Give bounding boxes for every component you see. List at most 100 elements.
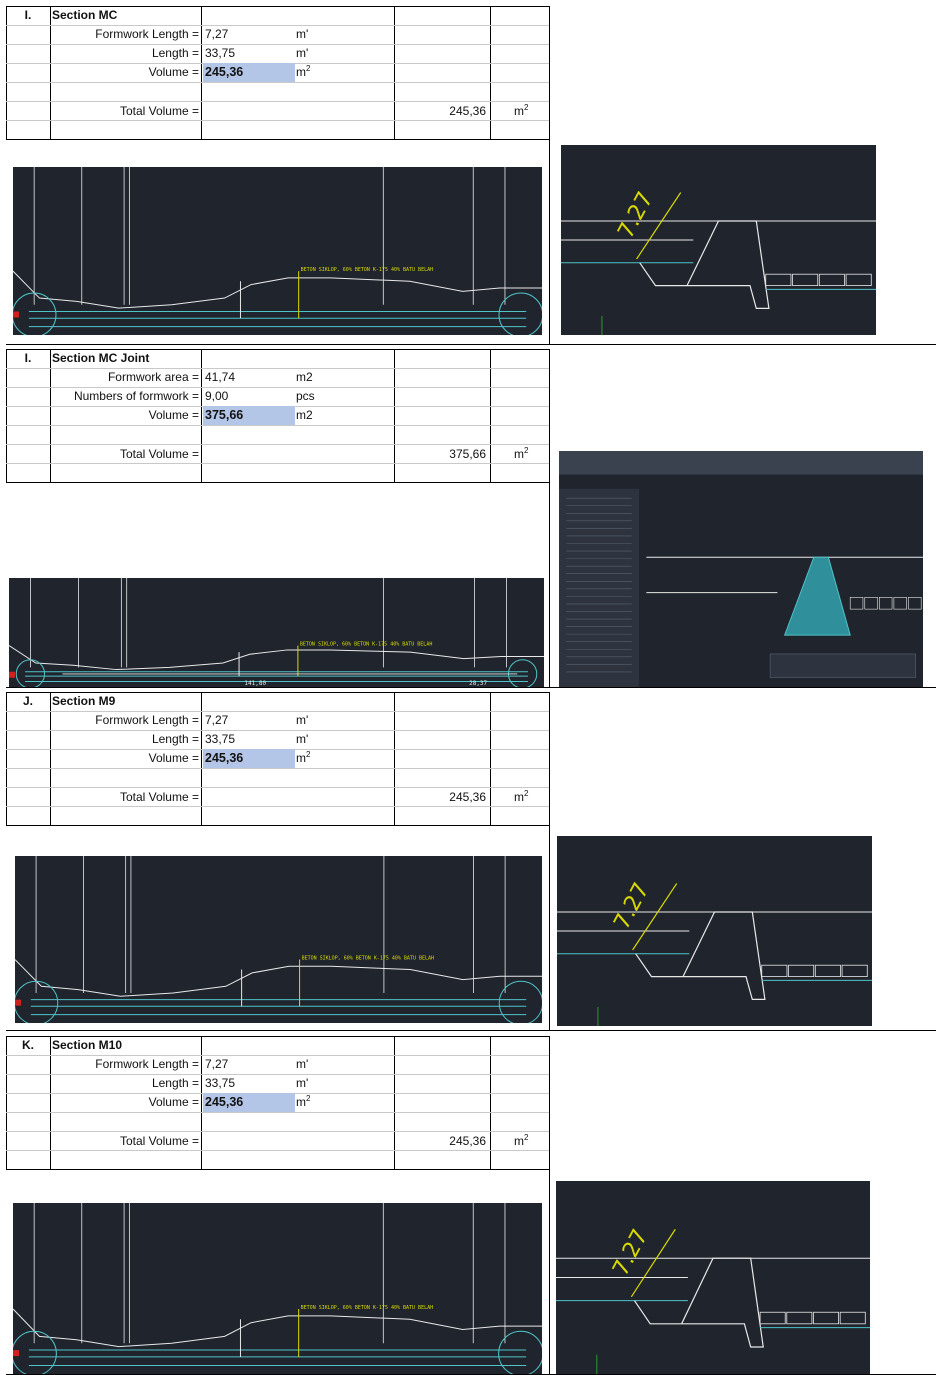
section-letter: I.	[24, 351, 32, 365]
quantity-label: Volume =	[148, 65, 199, 79]
table-row	[6, 463, 550, 483]
quantity-label: Volume =	[148, 1095, 199, 1109]
total-volume-unit: m2	[514, 788, 528, 807]
volume-value-cell: 245,36	[203, 1093, 295, 1112]
quantity-label: Volume =	[148, 751, 199, 765]
table-border	[6, 1169, 550, 1170]
section-title: Section MC	[52, 8, 118, 22]
table-border	[6, 825, 550, 826]
unit-label: m2	[296, 1093, 310, 1112]
quantity-value: 9,00	[205, 389, 229, 403]
quantity-value: 41,74	[205, 370, 236, 384]
quantity-value: 7,27	[205, 27, 229, 41]
total-volume-label: Total Volume =	[119, 447, 199, 461]
unit-label: m2	[296, 368, 313, 387]
total-volume-value: 245,36	[449, 1134, 486, 1148]
unit-text: m'	[296, 46, 309, 60]
unit-text: m2	[296, 370, 313, 384]
quantity-label: Numbers of formwork =	[73, 389, 199, 403]
unit-label: m'	[296, 1055, 308, 1074]
dimension-label: 28,37	[469, 680, 487, 687]
unit-text: m	[514, 1134, 524, 1148]
unit-text: m	[514, 790, 524, 804]
column-divider	[549, 6, 550, 344]
unit-text: m'	[296, 732, 309, 746]
cad-software-screenshot	[559, 451, 923, 687]
quantity-label: Formwork area =	[107, 370, 199, 384]
table-row	[6, 425, 550, 445]
section-separator	[6, 687, 936, 688]
unit-label: m'	[296, 25, 308, 44]
section-title: Section M10	[52, 1038, 123, 1052]
section-separator	[6, 1030, 936, 1031]
volume-value-cell: 245,36	[203, 63, 295, 82]
total-volume-label: Total Volume =	[119, 1134, 199, 1148]
unit-text: m	[296, 65, 306, 79]
unit-label: m'	[296, 44, 308, 63]
unit-label: m'	[296, 730, 308, 749]
quantity-label: Formwork Length =	[95, 1057, 199, 1071]
section-block: K. Section M10 Formwork Length = 7,27 m' Leng…	[6, 1036, 936, 1375]
section-letter: J.	[22, 694, 33, 708]
cad-formwork-detail: 7.27	[556, 1181, 870, 1374]
quantity-label: Length =	[151, 46, 199, 60]
total-volume-unit: m2	[514, 1132, 528, 1151]
unit-text: pcs	[296, 389, 315, 403]
table-row	[6, 82, 550, 102]
section-separator	[6, 344, 936, 345]
column-divider	[549, 1036, 550, 1374]
column-divider	[549, 692, 550, 1030]
cad-formwork-detail: 7.27	[561, 145, 876, 335]
section-block: I. Section MC Joint Formwork area = 41,74 m2…	[6, 349, 936, 688]
unit-text: m'	[296, 1057, 309, 1071]
unit-superscript: 2	[524, 103, 529, 112]
quantity-label: Length =	[151, 1076, 199, 1090]
cad-cross-section-drawing: BETON SIKLOP, 60% BETON K-175 40% BATU B…	[9, 578, 544, 687]
unit-text: m'	[296, 713, 309, 727]
table-row	[6, 1150, 550, 1170]
total-volume-label: Total Volume =	[119, 104, 199, 118]
section-letter: K.	[22, 1038, 34, 1052]
unit-text: m2	[296, 408, 313, 422]
section-block: J. Section M9 Formwork Length = 7,27 m' Lengt…	[6, 692, 936, 1031]
section-title: Section M9	[52, 694, 116, 708]
unit-superscript: 2	[524, 789, 529, 798]
quantity-value: 33,75	[205, 732, 236, 746]
unit-label: m2	[296, 749, 310, 768]
table-border	[6, 482, 550, 483]
unit-label: m'	[296, 1074, 308, 1093]
section-title: Section MC Joint	[52, 351, 150, 365]
total-volume-label: Total Volume =	[119, 790, 199, 804]
cad-cross-section-drawing: BETON SIKLOP, 60% BETON K-175 40% BATU B…	[15, 856, 542, 1023]
section-block: I. Section MC Formwork Length = 7,27 m' Lengt…	[6, 6, 936, 345]
total-volume-unit: m2	[514, 102, 528, 121]
quantity-label: Formwork Length =	[95, 27, 199, 41]
total-volume-value: 245,36	[449, 790, 486, 804]
column-divider	[549, 349, 550, 687]
dimension-label: 7.27	[614, 188, 659, 243]
profile-annotation: BETON SIKLOP, 60% BETON K-175 40% BATU B…	[300, 642, 432, 648]
profile-annotation: BETON SIKLOP, 60% BETON K-175 40% BATU B…	[302, 956, 434, 962]
unit-superscript: 2	[524, 1133, 529, 1142]
dimension-label: 141,80	[244, 680, 266, 687]
quantity-value: 7,27	[205, 1057, 229, 1071]
unit-label: m2	[296, 406, 313, 425]
volume-value-cell: 375,66	[203, 406, 295, 425]
table-row	[6, 768, 550, 788]
section-letter: I.	[24, 8, 32, 22]
dimension-label: 7.27	[608, 1225, 653, 1280]
quantity-label: Length =	[151, 732, 199, 746]
quantity-value: 7,27	[205, 713, 229, 727]
table-row	[6, 120, 550, 140]
cad-cross-section-drawing: BETON SIKLOP, 60% BETON K-175 40% BATU B…	[13, 167, 542, 335]
dimension-label: 7.27	[610, 879, 655, 934]
unit-superscript: 2	[306, 1094, 311, 1103]
total-volume-value: 245,36	[449, 104, 486, 118]
unit-superscript: 2	[524, 446, 529, 455]
quantity-value: 33,75	[205, 46, 236, 60]
unit-text: m	[514, 104, 524, 118]
cad-formwork-detail: 7.27	[557, 836, 872, 1026]
unit-label: m2	[296, 63, 310, 82]
unit-text: m	[296, 1095, 306, 1109]
unit-text: m	[296, 751, 306, 765]
